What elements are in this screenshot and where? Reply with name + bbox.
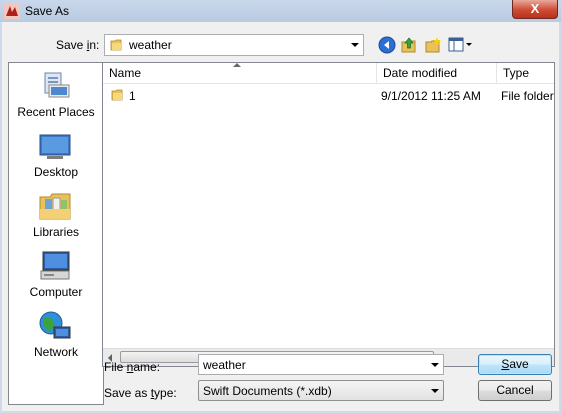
file-name-cell: 1 [129, 89, 136, 103]
save-as-type-value: Swift Documents (*.xdb) [203, 384, 332, 398]
recent-places-icon [44, 72, 70, 98]
column-header-date-modified[interactable]: Date modified [377, 63, 497, 83]
network-icon [39, 311, 71, 339]
column-header-row: Name Date modified Type [103, 63, 554, 84]
cancel-button[interactable]: Cancel [478, 380, 552, 401]
column-header-type[interactable]: Type [497, 63, 554, 83]
save-as-type-select[interactable]: Swift Documents (*.xdb) [198, 380, 444, 401]
app-icon [4, 3, 20, 19]
save-button[interactable]: Save [478, 354, 552, 375]
back-icon[interactable] [378, 36, 396, 54]
table-row[interactable]: 1 9/1/2012 11:25 AM File folder [103, 85, 554, 107]
place-label: Recent Places [17, 105, 95, 119]
up-folder-icon[interactable] [400, 36, 418, 54]
save-in-combo[interactable]: weather [104, 34, 364, 56]
desktop-icon [39, 134, 71, 159]
dialog-body: Save in: weather Recent Places Desktop L… [2, 22, 559, 411]
file-list[interactable]: Name Date modified Type 1 9/1/2012 11:25… [102, 62, 555, 367]
save-in-label: Save in: [56, 38, 100, 52]
computer-icon [40, 251, 70, 280]
title-bar[interactable]: Save As X [0, 0, 561, 22]
place-label: Computer [29, 285, 83, 299]
sort-ascending-icon [233, 63, 241, 67]
close-button[interactable]: X [512, 0, 558, 19]
type-cell: File folder [501, 89, 554, 103]
folder-icon [111, 89, 123, 101]
places-bar: Recent Places Desktop Libraries Computer… [8, 62, 104, 405]
date-modified-cell: 9/1/2012 11:25 AM [381, 89, 481, 103]
chevron-down-icon[interactable] [431, 389, 439, 393]
save-as-type-label: Save as type: [104, 386, 177, 400]
place-label: Desktop [33, 165, 79, 179]
file-name-input[interactable]: weather [198, 354, 444, 375]
file-name-value: weather [203, 358, 246, 372]
save-in-value: weather [129, 38, 172, 52]
place-label: Libraries [32, 225, 80, 239]
place-label: Network [33, 345, 78, 359]
chevron-down-icon[interactable] [431, 363, 439, 367]
new-folder-icon[interactable] [424, 36, 442, 54]
libraries-icon [39, 193, 71, 220]
chevron-down-icon[interactable] [351, 43, 359, 47]
window-title: Save As [25, 4, 70, 18]
folder-icon [110, 39, 122, 51]
save-as-dialog: Save As X Save in: weather Recent Places… [0, 0, 561, 413]
view-menu-icon[interactable] [448, 36, 474, 54]
file-name-label: File name: [104, 360, 161, 374]
